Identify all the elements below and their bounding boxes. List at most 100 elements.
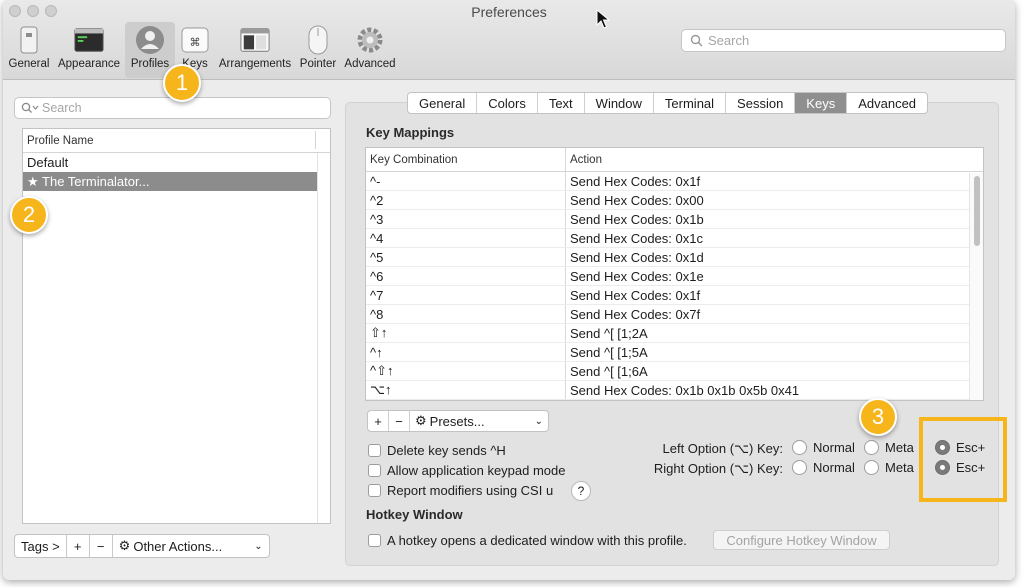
key-mappings-header: Key Combination Action bbox=[366, 148, 983, 172]
table-row[interactable]: ^- Send Hex Codes: 0x1f bbox=[366, 172, 983, 191]
action-cell: Send Hex Codes: 0x1b 0x1b 0x5b 0x41 bbox=[570, 382, 800, 398]
tab-text[interactable]: Text bbox=[538, 93, 585, 113]
toolbar-appearance[interactable]: Appearance bbox=[55, 22, 123, 78]
arrangements-icon bbox=[240, 25, 270, 55]
configure-hotkey-window-button[interactable]: Configure Hotkey Window bbox=[713, 530, 890, 550]
table-row[interactable]: ^⇧↑ Send ^[ [1;6A bbox=[366, 362, 983, 381]
appearance-icon bbox=[74, 25, 104, 55]
checkbox-box[interactable] bbox=[368, 484, 381, 497]
key-combination-cell: ^3 bbox=[366, 210, 566, 228]
key-combination-cell: ^⇧↑ bbox=[366, 362, 566, 380]
help-button[interactable]: ? bbox=[571, 481, 591, 501]
toolbar-arrangements[interactable]: Arrangements bbox=[215, 22, 295, 78]
key-combination-cell: ^- bbox=[366, 172, 566, 190]
tab-terminal[interactable]: Terminal bbox=[654, 93, 727, 113]
scrollbar-thumb[interactable] bbox=[974, 176, 980, 246]
action-cell: Send Hex Codes: 0x1f bbox=[570, 287, 701, 303]
key-combination-cell: ^4 bbox=[366, 229, 566, 247]
right-option-normal-radio[interactable]: Normal bbox=[792, 460, 855, 475]
action-cell: Send Hex Codes: 0x1b bbox=[570, 211, 704, 227]
table-row[interactable]: ^6 Send Hex Codes: 0x1e bbox=[366, 267, 983, 286]
callout-badge-3: 3 bbox=[859, 398, 897, 436]
remove-mapping-button[interactable]: − bbox=[389, 411, 410, 431]
profile-actions-bar: Tags > + − ⚙ Other Actions... ⌄ bbox=[14, 534, 270, 558]
radio-button[interactable] bbox=[792, 440, 807, 455]
table-row[interactable]: ^2 Send Hex Codes: 0x00 bbox=[366, 191, 983, 210]
gear-icon: ⚙ bbox=[415, 413, 427, 429]
application-keypad-checkbox[interactable]: Allow application keypad mode bbox=[368, 463, 566, 478]
right-option-key-label: Right Option (⌥) Key: bbox=[653, 461, 783, 476]
callout-badge-2: 2 bbox=[10, 196, 48, 234]
table-row[interactable]: ^8 Send Hex Codes: 0x7f bbox=[366, 305, 983, 324]
add-mapping-button[interactable]: + bbox=[368, 411, 389, 431]
left-option-key-label: Left Option (⌥) Key: bbox=[662, 441, 783, 456]
toolbar: Preferences General Appearance Profiles … bbox=[3, 0, 1015, 80]
tab-keys[interactable]: Keys bbox=[795, 93, 848, 113]
delete-key-sends-h-checkbox[interactable]: Delete key sends ^H bbox=[368, 443, 506, 458]
add-profile-button[interactable]: + bbox=[67, 535, 90, 557]
key-combination-cell: ^7 bbox=[366, 286, 566, 304]
tab-general[interactable]: General bbox=[408, 93, 478, 113]
tags-button[interactable]: Tags > bbox=[15, 535, 67, 557]
key-mappings-scrollbar[interactable] bbox=[969, 173, 983, 400]
key-mappings-title: Key Mappings bbox=[366, 125, 455, 140]
key-combination-cell: ^5 bbox=[366, 248, 566, 266]
tab-session[interactable]: Session bbox=[726, 93, 796, 113]
preferences-window: Preferences General Appearance Profiles … bbox=[3, 0, 1015, 580]
table-row[interactable]: ^↑ Send ^[ [1;5A bbox=[366, 343, 983, 362]
action-cell: Send Hex Codes: 0x00 bbox=[570, 192, 704, 208]
checkbox-box[interactable] bbox=[368, 534, 381, 547]
presets-dropdown[interactable]: ⚙ Presets... ⌄ bbox=[410, 411, 548, 431]
table-row[interactable]: ⌥↑ Send Hex Codes: 0x1b 0x1b 0x5b 0x41 bbox=[366, 381, 983, 400]
chevron-down-icon: ⌄ bbox=[254, 540, 263, 552]
right-option-meta-radio[interactable]: Meta bbox=[864, 460, 914, 475]
toolbar-general[interactable]: General bbox=[5, 22, 53, 78]
highlight-box bbox=[919, 417, 1007, 502]
table-row[interactable]: ^7 Send Hex Codes: 0x1f bbox=[366, 286, 983, 305]
svg-text:⌘: ⌘ bbox=[190, 36, 201, 49]
remove-profile-button[interactable]: − bbox=[90, 535, 113, 557]
key-mappings-tools: + − ⚙ Presets... ⌄ bbox=[367, 410, 549, 432]
key-combination-cell: ^↑ bbox=[366, 343, 566, 361]
action-cell: Send Hex Codes: 0x1c bbox=[570, 230, 703, 246]
checkbox-box[interactable] bbox=[368, 444, 381, 457]
report-modifiers-csi-checkbox[interactable]: Report modifiers using CSI u bbox=[368, 483, 553, 498]
general-icon bbox=[14, 25, 44, 55]
profile-search-input[interactable]: Search bbox=[14, 97, 331, 119]
table-row[interactable]: ^4 Send Hex Codes: 0x1c bbox=[366, 229, 983, 248]
radio-button[interactable] bbox=[792, 460, 807, 475]
action-cell: Send ^[ [1;5A bbox=[570, 344, 648, 360]
action-cell: Send Hex Codes: 0x1d bbox=[570, 249, 704, 265]
toolbar-advanced[interactable]: Advanced bbox=[341, 22, 399, 78]
key-combination-cell: ^6 bbox=[366, 267, 566, 285]
hotkey-dedicated-window-checkbox[interactable]: A hotkey opens a dedicated window with t… bbox=[368, 533, 687, 548]
checkbox-box[interactable] bbox=[368, 464, 381, 477]
left-option-meta-radio[interactable]: Meta bbox=[864, 440, 914, 455]
profile-list: Profile Name Default ★ The Terminalator.… bbox=[22, 128, 331, 524]
column-divider bbox=[315, 131, 316, 149]
radio-button[interactable] bbox=[864, 460, 879, 475]
other-actions-dropdown[interactable]: ⚙ Other Actions... ⌄ bbox=[113, 535, 269, 557]
radio-button[interactable] bbox=[864, 440, 879, 455]
action-cell: Send Hex Codes: 0x1f bbox=[570, 173, 701, 189]
profile-list-scrollbar[interactable] bbox=[317, 153, 331, 523]
tab-colors[interactable]: Colors bbox=[477, 93, 538, 113]
profile-item-default[interactable]: Default bbox=[23, 153, 317, 172]
key-combination-column-header[interactable]: Key Combination bbox=[366, 148, 566, 171]
search-icon bbox=[690, 34, 703, 47]
tab-advanced[interactable]: Advanced bbox=[847, 93, 927, 113]
profile-item-terminalator[interactable]: ★ The Terminalator... bbox=[23, 172, 317, 191]
left-option-normal-radio[interactable]: Normal bbox=[792, 440, 855, 455]
table-row[interactable]: ^3 Send Hex Codes: 0x1b bbox=[366, 210, 983, 229]
keys-icon: ⌘ bbox=[180, 25, 210, 55]
action-cell: Send Hex Codes: 0x1e bbox=[570, 268, 704, 284]
tab-window[interactable]: Window bbox=[585, 93, 654, 113]
toolbar-pointer[interactable]: Pointer bbox=[295, 22, 341, 78]
toolbar-search-input[interactable]: Search bbox=[681, 29, 1006, 52]
table-row[interactable]: ⇧↑ Send ^[ [1;2A bbox=[366, 324, 983, 343]
gear-icon: ⚙ bbox=[118, 538, 131, 554]
profile-name-column-header[interactable]: Profile Name bbox=[23, 129, 330, 153]
table-row[interactable]: ^5 Send Hex Codes: 0x1d bbox=[366, 248, 983, 267]
gear-icon bbox=[355, 25, 385, 55]
action-column-header[interactable]: Action bbox=[566, 148, 969, 171]
